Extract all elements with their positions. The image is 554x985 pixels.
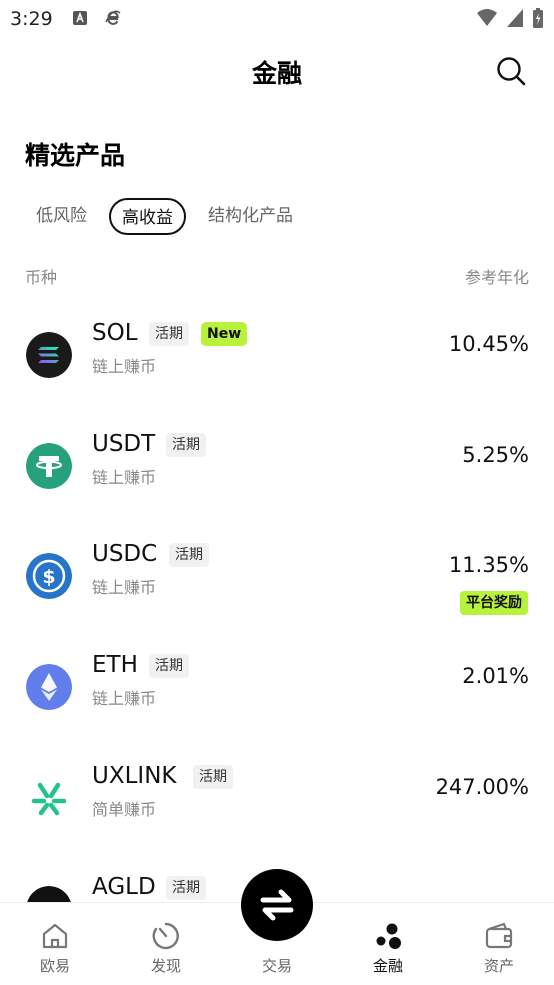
nav-discover[interactable]: 发现 (111, 903, 221, 985)
tab-low-risk[interactable]: 低风险 (24, 198, 99, 235)
browser-e-icon (105, 10, 121, 25)
status-time: 3:29 (10, 8, 53, 30)
product-type: 简单赚币 (92, 800, 157, 819)
flexible-tag: 活期 (149, 322, 189, 346)
nav-finance[interactable]: 金融 (333, 903, 443, 985)
search-icon[interactable] (496, 56, 526, 86)
flexible-tag: 活期 (169, 543, 209, 567)
trade-swap-button[interactable] (241, 869, 313, 941)
product-row-usdt[interactable]: USDT 活期 链上赚币 5.25% (0, 421, 554, 531)
finance-icon (376, 923, 401, 949)
product-row-eth[interactable]: ETH 活期 链上赚币 2.01% (0, 642, 554, 752)
new-badge: New (201, 322, 248, 346)
nav-assets[interactable]: 资产 (444, 903, 554, 985)
wallet-icon (485, 922, 513, 949)
product-type: 链上赚币 (92, 468, 157, 487)
tab-structured-products[interactable]: 结构化产品 (196, 198, 305, 235)
product-row-sol[interactable]: SOL 活期 New 链上赚币 10.45% (0, 310, 554, 420)
coin-name: AGLD (92, 874, 156, 900)
page-title: 金融 (251, 59, 302, 88)
apr-value: 247.00% (435, 775, 529, 799)
usdc-coin-icon: $ (26, 553, 72, 599)
apr-value: 11.35% (448, 553, 529, 577)
sol-coin-icon (26, 332, 72, 378)
trade-swap-icon (260, 889, 294, 921)
product-type: 链上赚币 (92, 357, 157, 376)
flexible-tag: 活期 (166, 876, 206, 900)
flexible-tag: 活期 (149, 654, 189, 678)
nav-home[interactable]: 欧易 (0, 903, 110, 985)
usdt-coin-icon (26, 443, 72, 489)
nav-label: 交易 (261, 957, 292, 975)
tab-high-yield[interactable]: 高收益 (109, 198, 186, 235)
platform-reward-badge: 平台奖励 (460, 591, 528, 615)
column-header-apr: 参考年化 (464, 268, 529, 287)
product-type: 链上赚币 (92, 689, 157, 708)
eth-coin-icon (26, 664, 72, 710)
coin-name: USDT (92, 431, 156, 457)
battery-icon (533, 8, 543, 28)
svg-text:$: $ (42, 566, 55, 588)
section-title: 精选产品 (25, 141, 126, 170)
wifi-icon (477, 9, 497, 26)
product-tabs: 低风险 高收益 结构化产品 (24, 198, 305, 235)
notification-a-icon (73, 11, 87, 25)
product-row-usdc[interactable]: $ USDC 活期 链上赚币 11.35% 平台奖励 (0, 531, 554, 641)
home-icon (42, 923, 68, 949)
apr-value: 2.01% (462, 664, 529, 688)
nav-label: 金融 (372, 957, 403, 975)
coin-name: UXLINK (92, 763, 177, 789)
nav-label: 资产 (483, 957, 514, 975)
nav-label: 欧易 (39, 957, 70, 975)
coin-name: ETH (92, 652, 138, 678)
coin-name: USDC (92, 541, 158, 567)
apr-value: 10.45% (448, 332, 529, 356)
flexible-tag: 活期 (193, 765, 233, 789)
product-type: 链上赚币 (92, 578, 157, 597)
status-bar: 3:29 (0, 0, 554, 38)
app-header: 金融 (0, 44, 554, 96)
uxlink-coin-icon (31, 782, 67, 816)
flexible-tag: 活期 (166, 433, 206, 457)
coin-name: SOL (92, 320, 138, 346)
nav-label: 发现 (150, 957, 181, 975)
product-row-uxlink[interactable]: UXLINK 活期 简单赚币 247.00% (0, 753, 554, 863)
discover-icon (152, 922, 179, 950)
column-header-coin: 币种 (25, 268, 58, 287)
apr-value: 5.25% (462, 443, 529, 467)
signal-icon (507, 9, 523, 27)
